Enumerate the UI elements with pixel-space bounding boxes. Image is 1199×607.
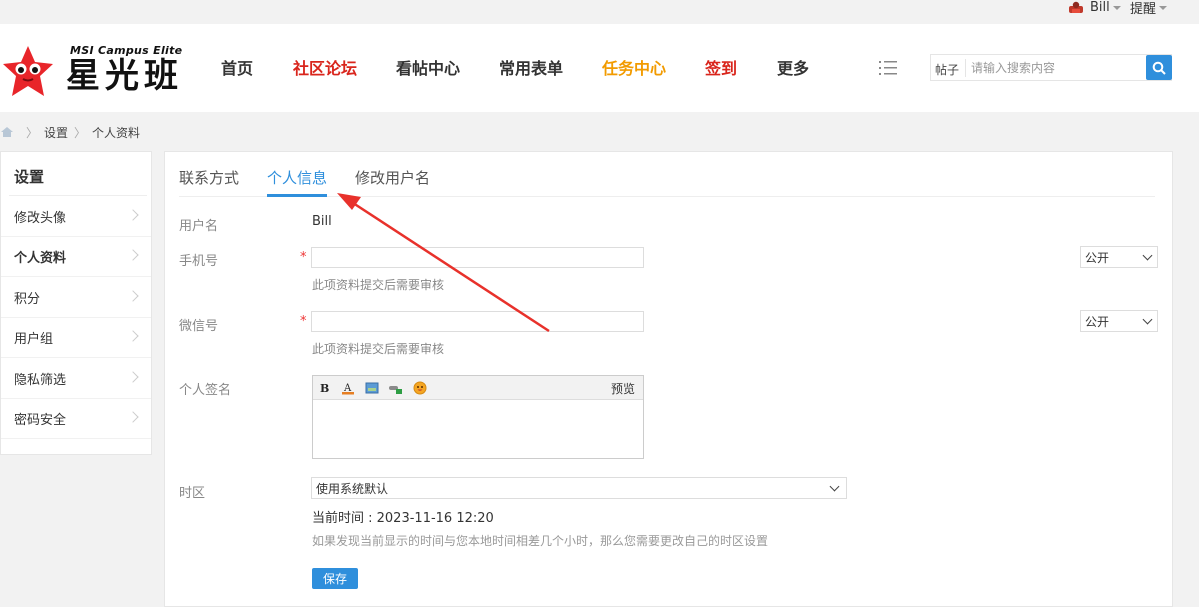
chevron-down-icon	[829, 481, 840, 492]
remind-menu[interactable]: 提醒	[1130, 0, 1168, 17]
breadcrumb-settings[interactable]: 设置	[44, 124, 68, 141]
svg-text:B: B	[320, 382, 329, 395]
required-mark: *	[300, 250, 307, 265]
sidebar-item-usergroup[interactable]: 用户组	[1, 318, 151, 358]
chevron-right-icon: 〉	[74, 125, 87, 140]
bold-icon[interactable]: B	[317, 381, 331, 395]
signature-label: 个人签名	[179, 383, 232, 398]
search-box: 帖子	[930, 54, 1172, 81]
sidebar-title: 设置	[14, 168, 45, 186]
font-color-icon[interactable]: A	[341, 381, 355, 395]
timezone-label: 时区	[179, 486, 206, 501]
chevron-right-icon	[127, 249, 139, 261]
user-menu[interactable]: Bill	[1068, 0, 1121, 15]
search-button[interactable]	[1146, 55, 1172, 80]
nav-common-forms[interactable]: 常用表单	[499, 59, 563, 79]
remind-label: 提醒	[1130, 1, 1157, 17]
chevron-right-icon	[127, 209, 139, 221]
phone-field[interactable]	[311, 247, 644, 268]
timezone-select[interactable]: 使用系统默认	[311, 477, 847, 499]
chevron-right-icon	[127, 290, 139, 302]
tab-personal-info[interactable]: 个人信息	[267, 167, 327, 188]
timezone-hint: 如果发现当前显示的时间与您本地时间相差几个小时，那么您需要更改自己的时区设置	[312, 534, 769, 548]
user-avatar-icon	[1069, 1, 1083, 13]
search-type-selector[interactable]: 帖子	[935, 61, 959, 78]
chevron-right-icon	[127, 330, 139, 342]
phone-hint: 此项资料提交后需要审核	[312, 278, 445, 292]
search-input[interactable]	[971, 58, 1141, 78]
sidebar-item-label: 修改头像	[14, 211, 67, 226]
preview-button[interactable]: 预览	[611, 380, 635, 397]
signature-editor: B A 预览	[312, 375, 644, 459]
sidebar-item-label: 密码安全	[14, 413, 67, 428]
save-button[interactable]: 保存	[312, 568, 358, 589]
required-mark: *	[300, 314, 307, 329]
nav-post-center[interactable]: 看帖中心	[396, 59, 460, 79]
sidebar-item-points[interactable]: 积分	[1, 278, 151, 318]
star-mascot-icon	[3, 46, 53, 96]
profile-panel: 联系方式 个人信息 修改用户名 用户名 Bill 手机号 * 公开 此项资料提交…	[164, 151, 1173, 607]
wechat-hint: 此项资料提交后需要审核	[312, 342, 445, 356]
site-header: MSI Campus Elite 星光班 首页 社区论坛 看帖中心 常用表单 任…	[0, 24, 1199, 112]
tab-contact[interactable]: 联系方式	[179, 167, 239, 188]
link-icon[interactable]	[389, 381, 403, 395]
active-tab-indicator	[267, 194, 327, 197]
phone-privacy-value: 公开	[1085, 250, 1110, 265]
tab-change-username[interactable]: 修改用户名	[355, 167, 430, 188]
list-menu-icon[interactable]	[879, 60, 897, 76]
search-divider	[965, 59, 966, 77]
chevron-down-icon	[1112, 5, 1121, 10]
sidebar-item-label: 隐私筛选	[14, 373, 67, 388]
profile-tabs: 联系方式 个人信息 修改用户名	[165, 152, 1172, 198]
search-icon	[1152, 61, 1166, 75]
sidebar-item-label: 个人资料	[14, 251, 67, 266]
chevron-down-icon	[1142, 314, 1153, 325]
chevron-right-icon	[127, 371, 139, 383]
editor-toolbar: B A 预览	[313, 376, 643, 400]
sidebar-item-avatar[interactable]: 修改头像	[1, 197, 151, 237]
nav-task-center[interactable]: 任务中心	[602, 59, 666, 79]
sidebar-item-profile[interactable]: 个人资料	[1, 237, 151, 277]
sidebar-item-password[interactable]: 密码安全	[1, 399, 151, 439]
nav-more[interactable]: 更多	[777, 59, 809, 79]
image-icon[interactable]	[365, 381, 379, 395]
breadcrumb-profile: 个人资料	[92, 125, 141, 140]
wechat-field[interactable]	[311, 311, 644, 332]
username-value: Bill	[312, 214, 332, 229]
logo-chinese-text: 星光班	[66, 56, 183, 96]
top-utility-bar: Bill 提醒	[0, 0, 1199, 24]
wechat-privacy-select[interactable]: 公开	[1080, 310, 1158, 332]
settings-sidebar: 设置 修改头像 个人资料 积分 用户组 隐私筛选 密码安全	[0, 151, 152, 455]
nav-forum[interactable]: 社区论坛	[293, 59, 357, 79]
phone-privacy-select[interactable]: 公开	[1080, 246, 1158, 268]
chevron-down-icon	[1159, 5, 1168, 10]
home-icon[interactable]	[0, 126, 14, 138]
nav-checkin[interactable]: 签到	[705, 59, 737, 79]
phone-label: 手机号	[179, 254, 219, 269]
chevron-right-icon: 〉	[26, 125, 39, 140]
wechat-privacy-value: 公开	[1085, 314, 1110, 329]
emoji-icon[interactable]	[413, 381, 427, 395]
breadcrumb: 〉 设置 〉 个人资料	[0, 122, 140, 142]
nav-home[interactable]: 首页	[221, 59, 253, 79]
username-label: 用户名	[179, 219, 219, 234]
chevron-down-icon	[1142, 250, 1153, 261]
sidebar-item-label: 积分	[14, 292, 41, 307]
wechat-label: 微信号	[179, 319, 219, 334]
current-time: 当前时间 : 2023-11-16 12:20	[312, 511, 494, 526]
chevron-right-icon	[127, 411, 139, 423]
sidebar-item-privacy[interactable]: 隐私筛选	[1, 359, 151, 399]
user-name: Bill	[1090, 0, 1110, 15]
timezone-value: 使用系统默认	[316, 481, 389, 496]
sidebar-item-label: 用户组	[14, 332, 54, 347]
site-logo[interactable]: MSI Campus Elite 星光班	[0, 42, 200, 102]
divider	[9, 195, 147, 196]
